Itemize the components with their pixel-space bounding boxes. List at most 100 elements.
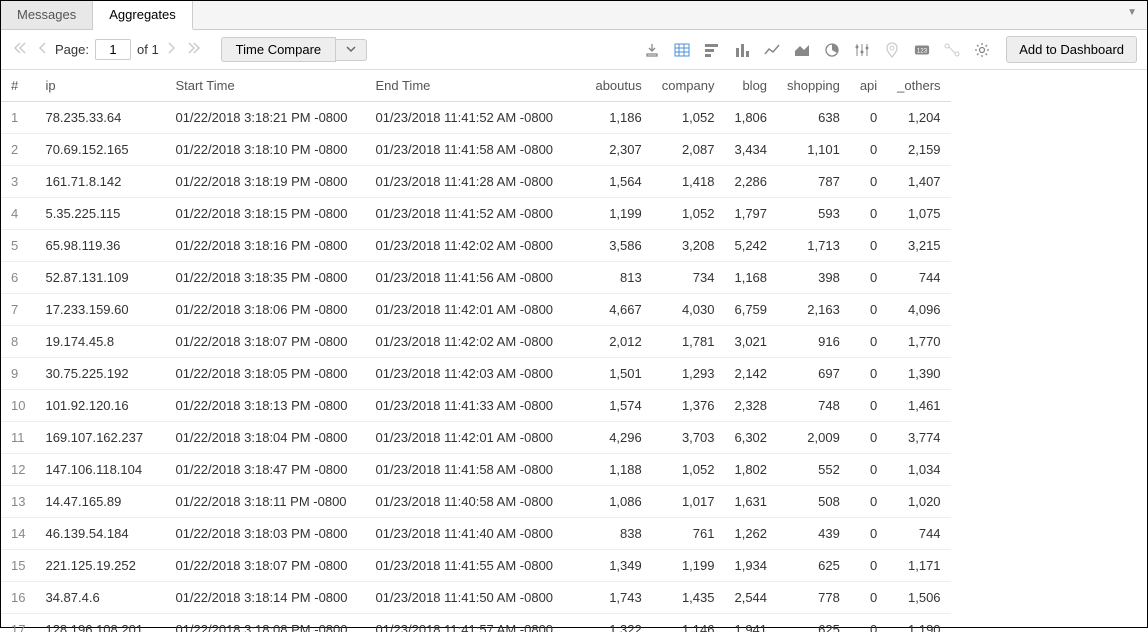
page-of-label: of 1: [137, 42, 159, 57]
cell-company: 3,703: [652, 422, 725, 454]
cell-ip: 34.87.4.6: [35, 582, 165, 614]
col-others[interactable]: _others: [887, 70, 950, 102]
tab-messages[interactable]: Messages: [1, 1, 93, 29]
cell-ip: 78.235.33.64: [35, 102, 165, 134]
cell-end-time: 01/23/2018 11:41:52 AM -0800: [365, 198, 585, 230]
col-api[interactable]: api: [850, 70, 887, 102]
col-ip[interactable]: ip: [35, 70, 165, 102]
gear-icon[interactable]: [974, 42, 990, 58]
table-row[interactable]: 10101.92.120.1601/22/2018 3:18:13 PM -08…: [1, 390, 951, 422]
col-index[interactable]: #: [1, 70, 35, 102]
cell-end-time: 01/23/2018 11:41:58 AM -0800: [365, 134, 585, 166]
table-row[interactable]: 930.75.225.19201/22/2018 3:18:05 PM -080…: [1, 358, 951, 390]
cell-index: 9: [1, 358, 35, 390]
cell-company: 1,052: [652, 454, 725, 486]
cell-ip: 14.47.165.89: [35, 486, 165, 518]
table-row[interactable]: 3161.71.8.14201/22/2018 3:18:19 PM -0800…: [1, 166, 951, 198]
table-row[interactable]: 1314.47.165.8901/22/2018 3:18:11 PM -080…: [1, 486, 951, 518]
cell-index: 15: [1, 550, 35, 582]
pager: Page: of 1: [11, 39, 203, 60]
cell-shopping: 916: [777, 326, 850, 358]
area-chart-icon[interactable]: [794, 42, 810, 58]
col-shopping[interactable]: shopping: [777, 70, 850, 102]
cell-aboutus: 1,086: [585, 486, 651, 518]
cell-end-time: 01/23/2018 11:41:58 AM -0800: [365, 454, 585, 486]
cell-aboutus: 813: [585, 262, 651, 294]
cell-start-time: 01/22/2018 3:18:13 PM -0800: [165, 390, 365, 422]
cell-ip: 70.69.152.165: [35, 134, 165, 166]
table-row[interactable]: 17128.196.108.20101/22/2018 3:18:08 PM -…: [1, 614, 951, 632]
table-row[interactable]: 652.87.131.10901/22/2018 3:18:35 PM -080…: [1, 262, 951, 294]
export-icon[interactable]: [644, 42, 660, 58]
table-icon[interactable]: [674, 42, 690, 58]
pie-chart-icon[interactable]: [824, 42, 840, 58]
table-row[interactable]: 819.174.45.801/22/2018 3:18:07 PM -08000…: [1, 326, 951, 358]
cell-index: 7: [1, 294, 35, 326]
cell-blog: 3,021: [724, 326, 777, 358]
cell-aboutus: 838: [585, 518, 651, 550]
prev-page-icon[interactable]: [35, 41, 49, 58]
cell-ip: 46.139.54.184: [35, 518, 165, 550]
add-to-dashboard-button[interactable]: Add to Dashboard: [1006, 36, 1137, 63]
single-value-icon[interactable]: 123: [914, 42, 930, 58]
cell-shopping: 593: [777, 198, 850, 230]
cell-ip: 147.106.118.104: [35, 454, 165, 486]
cell-ip: 161.71.8.142: [35, 166, 165, 198]
cell-index: 1: [1, 102, 35, 134]
cell-aboutus: 2,012: [585, 326, 651, 358]
table-row[interactable]: 1446.139.54.18401/22/2018 3:18:03 PM -08…: [1, 518, 951, 550]
cell-shopping: 439: [777, 518, 850, 550]
table-row[interactable]: 717.233.159.6001/22/2018 3:18:06 PM -080…: [1, 294, 951, 326]
table-row[interactable]: 11169.107.162.23701/22/2018 3:18:04 PM -…: [1, 422, 951, 454]
cell-aboutus: 1,743: [585, 582, 651, 614]
col-end-time[interactable]: End Time: [365, 70, 585, 102]
cell-shopping: 778: [777, 582, 850, 614]
cell-company: 1,052: [652, 198, 725, 230]
col-company[interactable]: company: [652, 70, 725, 102]
first-page-icon[interactable]: [11, 41, 29, 58]
col-aboutus[interactable]: aboutus: [585, 70, 651, 102]
table-row[interactable]: 1634.87.4.601/22/2018 3:18:14 PM -080001…: [1, 582, 951, 614]
cell-blog: 1,168: [724, 262, 777, 294]
cell-others: 1,204: [887, 102, 950, 134]
next-page-icon[interactable]: [165, 41, 179, 58]
cell-shopping: 697: [777, 358, 850, 390]
map-pin-icon[interactable]: [884, 42, 900, 58]
table-row[interactable]: 270.69.152.16501/22/2018 3:18:10 PM -080…: [1, 134, 951, 166]
cell-others: 3,215: [887, 230, 950, 262]
cell-index: 6: [1, 262, 35, 294]
flow-icon[interactable]: [944, 42, 960, 58]
cell-api: 0: [850, 582, 887, 614]
sliders-icon[interactable]: [854, 42, 870, 58]
bar-horizontal-icon[interactable]: [704, 42, 720, 58]
cell-api: 0: [850, 102, 887, 134]
tab-aggregates[interactable]: Aggregates: [93, 1, 193, 30]
time-compare-button[interactable]: Time Compare: [221, 37, 336, 62]
table-row[interactable]: 178.235.33.6401/22/2018 3:18:21 PM -0800…: [1, 102, 951, 134]
tabs-dropdown-icon[interactable]: ▼: [1117, 1, 1147, 29]
cell-blog: 1,941: [724, 614, 777, 632]
table-row[interactable]: 45.35.225.11501/22/2018 3:18:15 PM -0800…: [1, 198, 951, 230]
cell-company: 1,146: [652, 614, 725, 632]
last-page-icon[interactable]: [185, 41, 203, 58]
cell-index: 17: [1, 614, 35, 632]
col-start-time[interactable]: Start Time: [165, 70, 365, 102]
page-input[interactable]: [95, 39, 131, 60]
table-row[interactable]: 12147.106.118.10401/22/2018 3:18:47 PM -…: [1, 454, 951, 486]
bar-vertical-icon[interactable]: [734, 42, 750, 58]
cell-aboutus: 4,667: [585, 294, 651, 326]
cell-start-time: 01/22/2018 3:18:05 PM -0800: [165, 358, 365, 390]
time-compare-dropdown[interactable]: [336, 39, 367, 61]
cell-start-time: 01/22/2018 3:18:15 PM -0800: [165, 198, 365, 230]
cell-blog: 2,544: [724, 582, 777, 614]
table-container[interactable]: # ip Start Time End Time aboutus company…: [1, 70, 1147, 632]
cell-company: 3,208: [652, 230, 725, 262]
col-blog[interactable]: blog: [724, 70, 777, 102]
cell-shopping: 787: [777, 166, 850, 198]
cell-api: 0: [850, 422, 887, 454]
table-row[interactable]: 565.98.119.3601/22/2018 3:18:16 PM -0800…: [1, 230, 951, 262]
cell-ip: 52.87.131.109: [35, 262, 165, 294]
table-row[interactable]: 15221.125.19.25201/22/2018 3:18:07 PM -0…: [1, 550, 951, 582]
cell-ip: 30.75.225.192: [35, 358, 165, 390]
line-chart-icon[interactable]: [764, 42, 780, 58]
